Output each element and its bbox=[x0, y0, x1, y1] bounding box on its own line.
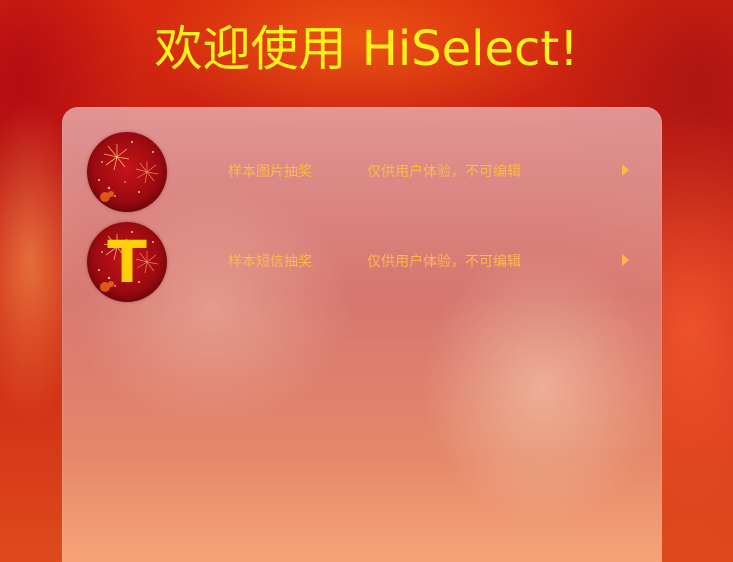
lottery-item-description: 仅供用户体验，不可编辑 bbox=[367, 254, 521, 270]
page-title: 欢迎使用 HiSelect! bbox=[154, 21, 579, 77]
avatar-letter: T bbox=[107, 228, 147, 296]
fireworks-icon: T bbox=[87, 222, 167, 302]
avatar-letter bbox=[87, 132, 167, 212]
lottery-list-panel: 样本图片抽奖 仅供用户体验，不可编辑 T 样本短信抽奖 仅供用户体验，不可编辑 bbox=[62, 107, 662, 562]
lottery-item-name: 样本图片抽奖 bbox=[228, 164, 312, 180]
lottery-item-name: 样本短信抽奖 bbox=[228, 254, 312, 270]
lottery-item-description: 仅供用户体验，不可编辑 bbox=[367, 164, 521, 180]
fireworks-icon bbox=[87, 132, 167, 212]
chevron-right-icon[interactable] bbox=[622, 254, 629, 266]
lottery-item-sms[interactable]: T 样本短信抽奖 仅供用户体验，不可编辑 bbox=[62, 221, 662, 303]
chevron-right-icon[interactable] bbox=[622, 164, 629, 176]
lottery-item-image[interactable]: 样本图片抽奖 仅供用户体验，不可编辑 bbox=[62, 131, 662, 213]
